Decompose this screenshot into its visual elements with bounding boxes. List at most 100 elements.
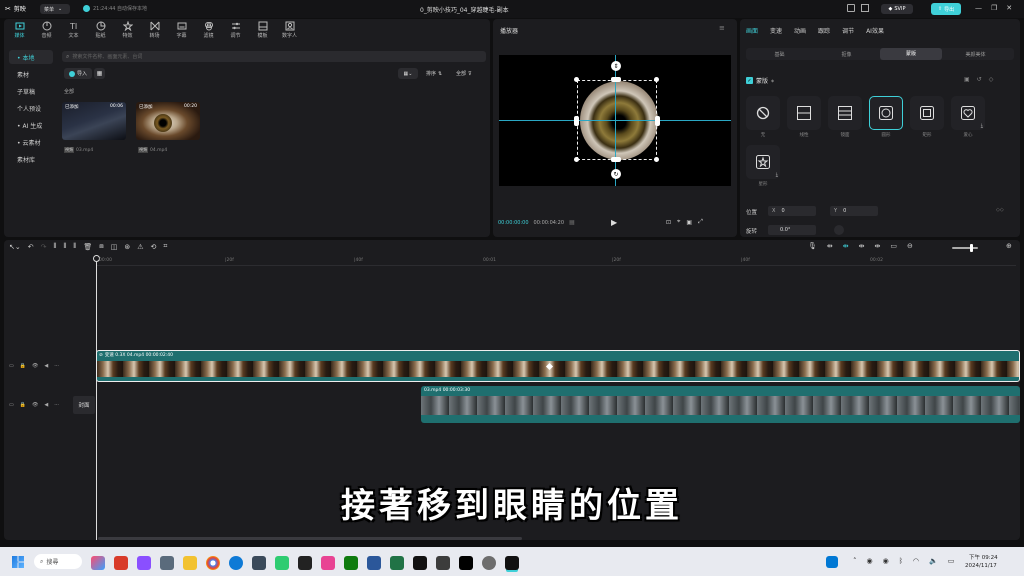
side-handle[interactable]: [655, 116, 660, 126]
taskbar-app-icon[interactable]: [160, 556, 174, 570]
taskbar-app-icon[interactable]: [275, 556, 289, 570]
taskbar-app-icon[interactable]: [206, 556, 220, 570]
mask-shape-linear[interactable]: [787, 96, 821, 130]
microphone-icon[interactable]: 🎙: [808, 242, 817, 250]
save-preset-icon[interactable]: ▣: [964, 76, 970, 83]
layout-icon[interactable]: [861, 4, 869, 12]
sidebar-item-subdraft[interactable]: 子草稿: [9, 84, 53, 98]
tool-filter[interactable]: 滤镜: [195, 21, 222, 39]
reverse-icon[interactable]: ⊛: [124, 243, 130, 251]
magnet-icon[interactable]: ⇹: [843, 242, 849, 250]
side-handle[interactable]: [574, 116, 579, 126]
lock-icon[interactable]: 🔒: [20, 402, 26, 408]
rotate-dial-icon[interactable]: [834, 225, 844, 235]
resize-handle[interactable]: [654, 157, 659, 162]
position-keyframe-icon[interactable]: ◇◇: [996, 207, 1004, 213]
sidebar-item-ai[interactable]: • AI 生成: [9, 118, 53, 132]
windows-start-icon[interactable]: [12, 556, 24, 568]
tab-adjust[interactable]: 调节: [842, 26, 854, 35]
cover-button[interactable]: 封面: [73, 396, 95, 414]
mask-shape-heart[interactable]: ⤓: [951, 96, 985, 130]
crop-icon[interactable]: ⌗: [163, 242, 167, 251]
wifi-icon[interactable]: ◠: [913, 557, 919, 565]
tool-media[interactable]: 媒体: [6, 21, 33, 39]
fullscreen-icon[interactable]: ⤢: [698, 218, 703, 226]
tray-app-icon[interactable]: ◉: [883, 557, 889, 565]
aspect-ratio-icon[interactable]: ⊡: [666, 219, 671, 226]
svip-button[interactable]: ◆ SVIP: [881, 4, 913, 14]
tab-ai-effects[interactable]: AI效果: [866, 26, 884, 35]
tab-tracking[interactable]: 跟踪: [818, 26, 830, 35]
lock-icon[interactable]: 🔒: [20, 363, 26, 369]
zoom-slider[interactable]: [952, 247, 978, 249]
maximize-icon[interactable]: ❐: [991, 4, 997, 12]
video-canvas[interactable]: ⇕ ↻: [499, 55, 731, 186]
tool-text[interactable]: TI 文本: [60, 21, 87, 39]
taskbar-app-icon[interactable]: [413, 556, 427, 570]
resize-handle[interactable]: [574, 77, 579, 82]
mask-shape-rect[interactable]: [910, 96, 944, 130]
undo-icon[interactable]: ↶: [28, 243, 34, 251]
taskbar-app-icon[interactable]: [229, 556, 243, 570]
taskbar-app-icon[interactable]: [344, 556, 358, 570]
mask-shape-circle[interactable]: [869, 96, 903, 130]
resize-handle[interactable]: [574, 157, 579, 162]
link-icon[interactable]: ⇹: [827, 242, 833, 250]
taskbar-app-icon[interactable]: [505, 556, 519, 570]
subtab-beauty[interactable]: 美颜美体: [942, 51, 1009, 58]
tool-audio[interactable]: 音频: [33, 21, 60, 39]
taskbar-app-icon[interactable]: [482, 556, 496, 570]
zoom-in-icon[interactable]: ⊕: [1006, 242, 1012, 250]
sort-button[interactable]: 排序 ⇅: [426, 70, 442, 78]
taskbar-app-icon[interactable]: [826, 556, 838, 568]
more-icon[interactable]: ⋯: [54, 402, 59, 408]
mirror-icon[interactable]: ◫: [111, 243, 118, 251]
mask-checkbox[interactable]: ✓: [746, 77, 753, 84]
grid-view-icon[interactable]: ▦: [94, 68, 105, 79]
hd-icon[interactable]: ▣: [686, 219, 692, 226]
tab-picture[interactable]: 画面: [746, 26, 758, 35]
sidebar-item-material[interactable]: 素材: [9, 67, 53, 81]
view-toggle[interactable]: ▦⌄: [398, 68, 418, 79]
tool-template[interactable]: 模板: [249, 21, 276, 39]
keyframe-icon[interactable]: ◇: [989, 76, 994, 83]
more-icon[interactable]: ⋯: [54, 363, 59, 369]
taskbar-app-icon[interactable]: [321, 556, 335, 570]
subtab-keying[interactable]: 抠像: [813, 51, 880, 58]
tool-sticker[interactable]: 贴纸: [87, 21, 114, 39]
mask-shape-none[interactable]: [746, 96, 780, 130]
tool-transition[interactable]: 转场: [141, 21, 168, 39]
y-field[interactable]: Y 0: [830, 206, 878, 216]
rotate-clip-icon[interactable]: ⟲: [150, 243, 156, 251]
sidebar-item-library[interactable]: 素材库: [9, 152, 53, 166]
sidebar-item-local[interactable]: • 本地: [9, 50, 53, 64]
timeline-grid-icon[interactable]: ▦: [569, 219, 575, 226]
taskbar-app-icon[interactable]: [367, 556, 381, 570]
select-tool-icon[interactable]: ↖⌄: [9, 243, 21, 251]
sidebar-item-cloud[interactable]: • 云素材: [9, 135, 53, 149]
taskbar-app-icon[interactable]: [459, 556, 473, 570]
mask-shape-mirror[interactable]: [828, 96, 862, 130]
tool-effects[interactable]: 特效: [114, 21, 141, 39]
reset-icon[interactable]: ↺: [977, 76, 982, 83]
export-button[interactable]: ⇪ 导出: [931, 3, 961, 15]
mask-shape-star[interactable]: ⤓: [746, 145, 780, 179]
split-right-icon[interactable]: ⫴: [73, 242, 76, 251]
taskbar-app-icon[interactable]: [137, 556, 151, 570]
taskbar-search[interactable]: ⌕ 搜尋: [34, 554, 82, 569]
delete-icon[interactable]: 🗑: [83, 243, 92, 251]
subtab-mask[interactable]: 蒙版: [880, 48, 942, 60]
volume-icon[interactable]: 🔈: [929, 557, 938, 565]
split-left-icon[interactable]: ⫴: [63, 242, 66, 251]
side-handle[interactable]: [611, 157, 621, 162]
x-field[interactable]: X 0: [768, 206, 816, 216]
resize-handle[interactable]: [654, 77, 659, 82]
media-item[interactable]: 已添加 00:20: [136, 102, 200, 140]
warning-icon[interactable]: ⚠: [137, 243, 143, 251]
tab-speed[interactable]: 变速: [770, 26, 782, 35]
horizontal-scrollbar[interactable]: [98, 537, 522, 540]
track-toggle-icon[interactable]: ▭: [9, 363, 14, 369]
split-icon[interactable]: ⫴: [53, 242, 56, 251]
visibility-icon[interactable]: 👁: [32, 363, 38, 369]
track-toggle-icon[interactable]: ▭: [9, 402, 14, 408]
